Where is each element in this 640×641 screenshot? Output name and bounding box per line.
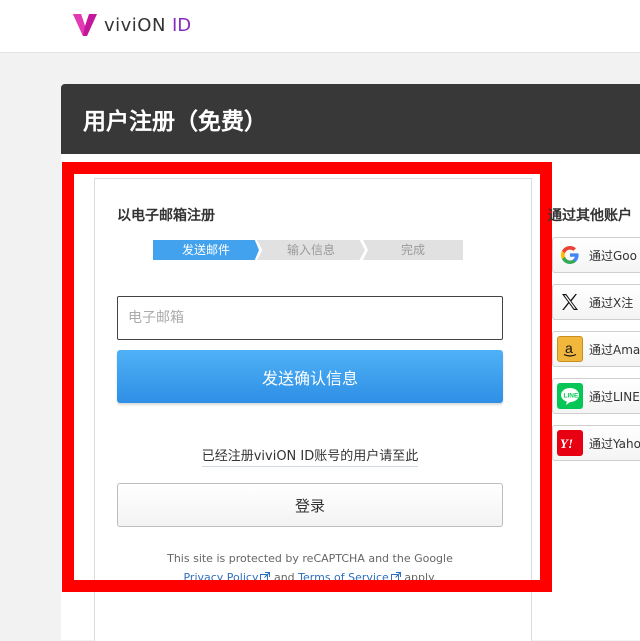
svg-text:a: a <box>565 340 573 356</box>
terms-of-service-link[interactable]: Terms of Service <box>298 571 389 584</box>
step-indicator: 发送邮件 输入信息 完成 <box>153 240 463 260</box>
email-register-card: 以电子邮箱注册 发送邮件 输入信息 完成 发送确认信息 已经注册viviON I… <box>94 178 532 641</box>
yahoo-icon: Y! <box>557 430 583 456</box>
step-complete: 完成 <box>363 240 463 260</box>
yahoo-login-button[interactable]: Y! 通过Yaho <box>552 425 640 461</box>
step-send-mail: 发送邮件 <box>153 240 259 260</box>
register-heading: 以电子邮箱注册 <box>117 208 215 224</box>
login-button[interactable]: 登录 <box>117 483 503 527</box>
x-login-label: 通过X注 <box>589 296 634 310</box>
external-link-icon <box>390 572 401 582</box>
recaptcha-notice: This site is protected by reCAPTCHA and … <box>95 549 525 587</box>
recaptcha-line1: This site is protected by reCAPTCHA and … <box>167 552 453 565</box>
line-icon: LINE <box>557 383 583 409</box>
svg-text:Y!: Y! <box>560 436 573 451</box>
email-input[interactable] <box>117 296 503 340</box>
page-title: 用户注册（免费） <box>83 109 267 135</box>
line-login-button[interactable]: LINE 通过LINE <box>552 378 640 414</box>
privacy-policy-link[interactable]: Privacy Policy <box>183 571 258 584</box>
title-bar: 用户注册（免费） <box>61 84 640 154</box>
vivion-logo[interactable]: viviON ID <box>72 12 191 38</box>
recaptcha-and: and <box>273 571 295 584</box>
logo-id-text: ID <box>171 14 192 36</box>
vivion-logo-icon <box>73 14 97 36</box>
svg-text:LINE: LINE <box>564 393 579 400</box>
recaptcha-apply: apply. <box>404 571 437 584</box>
x-icon <box>557 289 583 315</box>
google-login-label: 通过Goo <box>589 249 637 263</box>
send-confirmation-button[interactable]: 发送确认信息 <box>117 350 503 403</box>
amazon-icon: a <box>557 336 583 362</box>
amazon-login-label: 通过Ama <box>589 343 640 357</box>
google-icon <box>557 242 583 268</box>
yahoo-login-label: 通过Yaho <box>589 437 640 451</box>
social-login-heading: 通过其他账户 <box>548 208 632 224</box>
existing-account-link-row: 已经注册viviON ID账号的用户请至此 <box>95 445 525 467</box>
top-header: viviON ID <box>0 0 640 53</box>
line-login-label: 通过LINE <box>589 390 640 404</box>
amazon-login-button[interactable]: a 通过Ama <box>552 331 640 367</box>
x-login-button[interactable]: 通过X注 <box>552 284 640 320</box>
step-enter-info: 输入信息 <box>257 240 365 260</box>
google-login-button[interactable]: 通过Goo <box>552 237 640 273</box>
external-link-icon <box>260 572 271 582</box>
existing-account-link[interactable]: 已经注册viviON ID账号的用户请至此 <box>201 449 419 467</box>
logo-text: viviON <box>104 14 166 36</box>
